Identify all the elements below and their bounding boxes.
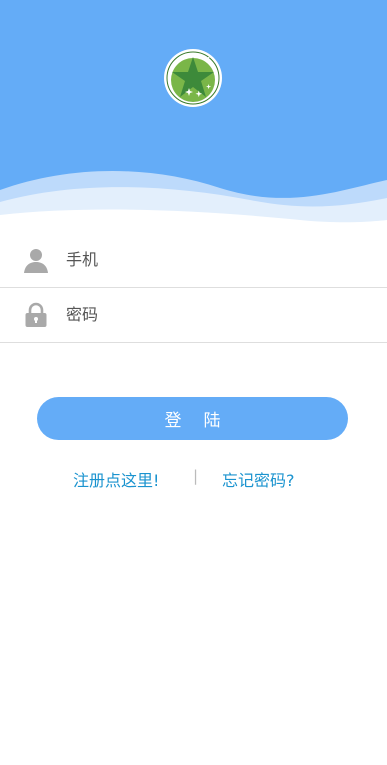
forgot-password-link[interactable]: 忘记密码? xyxy=(222,467,295,491)
login-button[interactable]: 登陆 xyxy=(37,397,348,440)
phone-field-row xyxy=(0,232,387,288)
header-waves xyxy=(0,171,387,230)
password-input[interactable] xyxy=(66,294,387,335)
register-link[interactable]: 注册点这里! xyxy=(73,467,159,491)
links-separator: | xyxy=(193,467,199,485)
user-icon xyxy=(22,246,50,274)
star-logo-icon xyxy=(166,51,220,105)
auth-links: 注册点这里! | 忘记密码? xyxy=(0,465,387,493)
login-screen: 登陆 注册点这里! | 忘记密码? xyxy=(0,0,387,765)
app-logo xyxy=(164,49,222,107)
header-banner xyxy=(0,0,387,230)
lock-icon xyxy=(22,301,50,329)
password-field-row xyxy=(0,287,387,343)
phone-input[interactable] xyxy=(66,239,387,280)
